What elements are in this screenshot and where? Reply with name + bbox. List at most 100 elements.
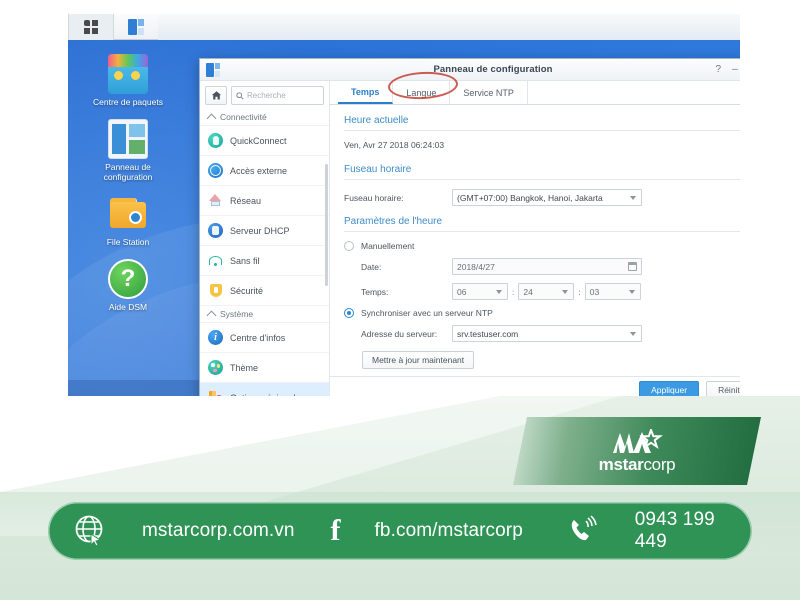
home-button[interactable]: [205, 86, 227, 105]
server-row: Adresse du serveur: srv.testuser.com: [344, 325, 740, 342]
update-now-button[interactable]: Mettre à jour maintenant: [362, 351, 475, 369]
manual-radio-label: Manuellement: [361, 241, 415, 251]
desktop-icon-column: Centre de paquets Panneau de configurati…: [90, 54, 166, 324]
window-titlebar[interactable]: Panneau de configuration ? – ❐ ✕: [200, 59, 740, 81]
sidebar-item-label: Serveur DHCP: [230, 225, 290, 236]
sidebar-item-reseau[interactable]: Réseau: [200, 186, 329, 216]
time-row: Temps: 06 : 24 : 03: [344, 283, 740, 300]
tab-langue[interactable]: Langue: [393, 81, 451, 104]
sidebar-group-systeme[interactable]: Système: [200, 306, 329, 323]
ntp-radio-row[interactable]: Synchroniser avec un serveur NTP: [344, 308, 740, 318]
logo-bold-part: mstar: [598, 454, 644, 474]
grid-icon: [84, 19, 98, 34]
timezone-row: Fuseau horaire: (GMT+07:00) Bangkok, Han…: [344, 189, 740, 206]
second-value: 03: [589, 286, 600, 297]
globe-icon: [75, 515, 103, 547]
server-address-value: srv.testuser.com: [457, 328, 519, 339]
time-separator-2: :: [578, 286, 581, 297]
sidebar: Recherche Connectivité QuickConnect Accè…: [200, 81, 330, 396]
sidebar-item-quickconnect[interactable]: QuickConnect: [200, 126, 329, 156]
second-select[interactable]: 03: [584, 283, 641, 300]
chevron-up-icon: [206, 310, 217, 321]
facebook-text: fb.com/mstarcorp: [374, 520, 523, 541]
mstarcorp-mark-icon: [611, 426, 663, 455]
dsm-desktop-screenshot: Centre de paquets Panneau de configurati…: [68, 14, 740, 396]
chevron-down-icon: [630, 332, 636, 336]
date-label: Date:: [361, 261, 382, 272]
date-input[interactable]: 2018/4/27: [452, 258, 642, 275]
security-icon: [208, 283, 223, 298]
taskbar-control-panel-task[interactable]: [114, 14, 158, 40]
website-text: mstarcorp.com.vn: [142, 520, 295, 541]
desktop-icon-file-station[interactable]: File Station: [90, 194, 166, 247]
sidebar-item-options-regionales[interactable]: Options régionales: [200, 383, 329, 396]
calendar-icon[interactable]: [628, 262, 637, 271]
chevron-down-icon: [496, 290, 502, 294]
external-access-icon: [208, 163, 223, 178]
desktop-icon-package-center[interactable]: Centre de paquets: [90, 54, 166, 107]
server-address-select[interactable]: srv.testuser.com: [452, 325, 642, 342]
ntp-radio[interactable]: [344, 308, 354, 318]
desktop-icon-control-panel[interactable]: Panneau de configuration: [90, 119, 166, 182]
settings-pane: Heure actuelle Ven, Avr 27 2018 06:24:03…: [330, 105, 740, 396]
manual-radio-row[interactable]: Manuellement: [344, 241, 740, 251]
sidebar-item-serveur-dhcp[interactable]: Serveur DHCP: [200, 216, 329, 246]
info-center-icon: [208, 330, 223, 345]
chevron-down-icon: [630, 196, 636, 200]
contact-facebook[interactable]: f fb.com/mstarcorp: [331, 516, 523, 546]
sidebar-item-label: Thème: [230, 362, 259, 373]
contact-bar: mstarcorp.com.vn f fb.com/mstarcorp 0943…: [48, 502, 752, 560]
sidebar-group-connectivite[interactable]: Connectivité: [200, 109, 329, 126]
apply-button[interactable]: Appliquer: [639, 381, 700, 396]
date-row: Date: 2018/4/27: [344, 258, 740, 275]
control-panel-window: Panneau de configuration ? – ❐ ✕: [199, 58, 740, 396]
sidebar-item-acces-externe[interactable]: Accès externe: [200, 156, 329, 186]
tab-strip: Temps Langue Service NTP: [330, 81, 740, 105]
tab-service-ntp[interactable]: Service NTP: [450, 81, 528, 104]
screenshot-root: Centre de paquets Panneau de configurati…: [0, 0, 800, 600]
minute-select[interactable]: 24: [518, 283, 575, 300]
window-footer: Appliquer Réinitialiser: [330, 376, 740, 396]
contact-website[interactable]: mstarcorp.com.vn: [74, 514, 295, 548]
sidebar-search-row: Recherche: [200, 81, 329, 109]
chevron-up-icon: [206, 113, 217, 124]
quickconnect-icon: [208, 133, 223, 148]
desktop-icon-dsm-help[interactable]: ? Aide DSM: [90, 259, 166, 312]
reset-button[interactable]: Réinitialiser: [706, 381, 740, 396]
sidebar-item-theme[interactable]: Thème: [200, 353, 329, 383]
desktop-icon-label: File Station: [106, 237, 150, 247]
sidebar-item-label: Centre d'infos: [230, 332, 286, 343]
taskbar-app-menu-button[interactable]: [69, 14, 113, 40]
mstarcorp-logo-plate: mstarcorp: [513, 417, 761, 485]
sidebar-item-sans-fil[interactable]: Sans fil: [200, 246, 329, 276]
phone-icon: [571, 515, 597, 541]
manual-radio[interactable]: [344, 241, 354, 251]
sidebar-item-centre-infos[interactable]: Centre d'infos: [200, 323, 329, 353]
facebook-icon: f: [330, 514, 341, 547]
desktop-icon-label: Centre de paquets: [93, 97, 163, 107]
sidebar-item-label: Sans fil: [230, 255, 260, 266]
minute-value: 24: [523, 286, 533, 297]
desktop-icon-label: Panneau de configuration: [103, 162, 153, 182]
network-icon: [208, 193, 223, 208]
chevron-down-icon: [628, 290, 635, 294]
sidebar-scrollbar[interactable]: [325, 164, 328, 286]
chevron-down-icon: [562, 290, 569, 294]
help-icon: ?: [108, 259, 148, 299]
server-label: Adresse du serveur:: [361, 328, 438, 339]
tab-temps[interactable]: Temps: [338, 81, 394, 104]
sidebar-item-label: Réseau: [230, 195, 262, 206]
timezone-select[interactable]: (GMT+07:00) Bangkok, Hanoi, Jakarta: [452, 189, 642, 206]
sidebar-item-securite[interactable]: Sécurité: [200, 276, 329, 306]
section-heure-actuelle: Heure actuelle: [344, 115, 740, 131]
section-parametres-heure: Paramètres de l'heure: [344, 216, 740, 232]
control-panel-icon: [108, 119, 148, 159]
current-time-value: Ven, Avr 27 2018 06:24:03: [344, 140, 445, 150]
search-input[interactable]: Recherche: [231, 86, 324, 105]
date-value: 2018/4/27: [457, 261, 495, 272]
file-station-icon: [108, 194, 148, 234]
contact-phone[interactable]: 0943 199 449: [567, 509, 752, 553]
phone-text: 0943 199 449: [634, 509, 715, 552]
window-body: Recherche Connectivité QuickConnect Accè…: [200, 81, 740, 396]
hour-select[interactable]: 06: [452, 283, 508, 300]
